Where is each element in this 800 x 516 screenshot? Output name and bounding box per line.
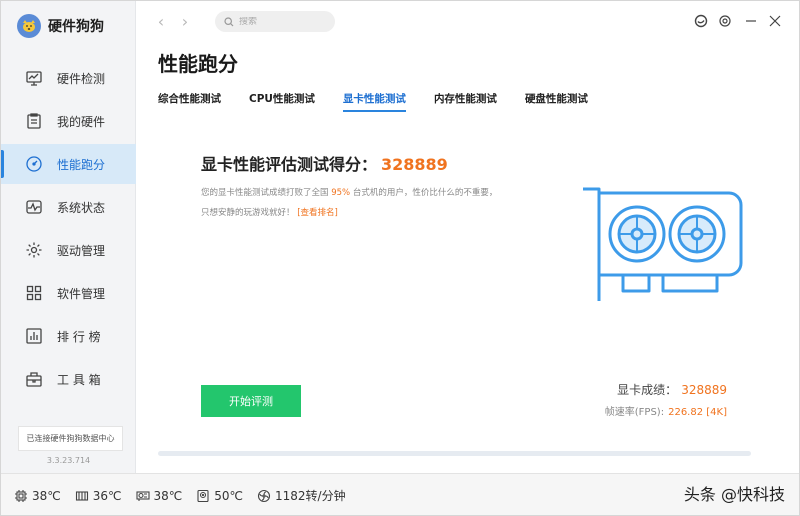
search-box[interactable] xyxy=(215,11,335,32)
dog-logo-icon xyxy=(17,14,41,38)
pulse-monitor-icon xyxy=(26,200,42,214)
apps-grid-icon xyxy=(26,285,42,301)
app-version: 3.3.23.714 xyxy=(46,456,91,465)
forward-arrow-icon[interactable]: › xyxy=(176,13,194,31)
tab-overall-test[interactable]: 综合性能测试 xyxy=(158,91,221,115)
sidebar-item-my-hardware[interactable]: 我的硬件 xyxy=(1,101,136,141)
sidebar-item-label: 系统状态 xyxy=(57,200,106,215)
gpu-result-label: 显卡成绩： xyxy=(617,383,678,397)
beat-percentage: 95% xyxy=(331,188,351,198)
sidebar-nav: 硬件检测 我的硬件 性能跑分 系统状态 驱动管理 软件管理 排 行 榜 工 具 … xyxy=(1,58,136,402)
connection-status[interactable]: 已连接硬件狗狗数据中心 xyxy=(18,426,123,451)
settings-icon[interactable] xyxy=(717,13,733,29)
sidebar-item-toolbox[interactable]: 工 具 箱 xyxy=(1,359,136,399)
search-input[interactable] xyxy=(239,16,319,27)
horizontal-scrollbar[interactable] xyxy=(158,451,751,456)
fps-result: 帧速率(FPS): 226.82 [4K] xyxy=(605,403,727,418)
start-benchmark-button[interactable]: 开始评测 xyxy=(201,385,301,417)
minimize-icon[interactable] xyxy=(743,13,759,29)
tab-bar: 综合性能测试 CPU性能测试 显卡性能测试 内存性能测试 硬盘性能测试 xyxy=(158,91,616,115)
score-value: 328889 xyxy=(381,155,448,174)
fan-icon xyxy=(257,489,271,502)
sidebar-item-software-manager[interactable]: 软件管理 xyxy=(1,273,136,313)
sidebar-item-driver-manager[interactable]: 驱动管理 xyxy=(1,230,136,270)
cpu-temp-value: 38℃ xyxy=(32,488,61,503)
sidebar-item-hardware-detect[interactable]: 硬件检测 xyxy=(1,58,136,98)
sidebar-item-label: 我的硬件 xyxy=(57,114,106,129)
app-window: 硬件狗狗 硬件检测 我的硬件 性能跑分 系统状态 驱动管理 软件管理 排 行 榜… xyxy=(0,0,800,516)
view-ranking-link[interactable]: [查看排名] xyxy=(297,208,338,218)
disk-temperature: 50℃ xyxy=(196,489,243,503)
status-bar: 38℃ 36℃ 38℃ 50℃ 1182转/分钟 xyxy=(1,473,799,515)
memory-temperature: 36℃ xyxy=(75,489,122,503)
gpu-temperature: 38℃ xyxy=(135,488,183,503)
sidebar-item-benchmark[interactable]: 性能跑分 xyxy=(1,144,136,184)
sidebar-item-label: 排 行 榜 xyxy=(57,329,101,344)
tab-gpu-test[interactable]: 显卡性能测试 xyxy=(342,91,406,115)
sidebar-item-label: 驱动管理 xyxy=(57,243,106,258)
gear-icon xyxy=(26,242,42,258)
toolbox-icon xyxy=(26,372,42,387)
clipboard-list-icon xyxy=(27,113,41,129)
tab-disk-test[interactable]: 硬盘性能测试 xyxy=(525,91,588,115)
watermark: 头条 @快科技 xyxy=(683,485,785,504)
sidebar-item-system-status[interactable]: 系统状态 xyxy=(1,187,136,227)
sidebar-item-label: 软件管理 xyxy=(57,286,106,301)
page-title: 性能跑分 xyxy=(158,52,238,76)
gpu-result-value: 328889 xyxy=(681,383,727,397)
feedback-icon[interactable] xyxy=(693,13,709,29)
sidebar-item-label: 工 具 箱 xyxy=(57,372,101,387)
gpu-card-icon xyxy=(135,490,150,501)
gpu-result: 显卡成绩： 328889 xyxy=(617,381,727,398)
sidebar-item-ranking[interactable]: 排 行 榜 xyxy=(1,316,136,356)
tab-memory-test[interactable]: 内存性能测试 xyxy=(434,91,497,115)
bar-chart-icon xyxy=(26,328,42,344)
search-icon xyxy=(224,16,234,26)
cpu-chip-icon xyxy=(15,489,27,502)
desc-text-before: 您的显卡性能测试成绩打败了全国 xyxy=(201,188,332,198)
app-title: 硬件狗狗 xyxy=(48,19,104,35)
close-icon[interactable] xyxy=(767,13,783,29)
fan-speed-value: 1182转/分钟 xyxy=(275,489,346,503)
hard-disk-icon xyxy=(197,489,209,502)
score-heading: 显卡性能评估测试得分： 328889 xyxy=(201,151,448,175)
graphics-card-icon xyxy=(583,187,743,301)
memory-temp-value: 36℃ xyxy=(92,488,122,503)
speedometer-icon xyxy=(26,156,42,172)
back-arrow-icon[interactable]: ‹ xyxy=(152,13,170,31)
fps-label: 帧速率(FPS): xyxy=(604,407,665,418)
memory-chip-icon xyxy=(75,490,88,501)
score-label: 显卡性能评估测试得分： xyxy=(201,155,378,174)
sidebar: 硬件狗狗 硬件检测 我的硬件 性能跑分 系统状态 驱动管理 软件管理 排 行 榜… xyxy=(1,1,136,473)
disk-temp-value: 50℃ xyxy=(214,488,243,503)
score-description: 您的显卡性能测试成绩打败了全国 95% 台式机的用户，性价比什么的不重要，只想安… xyxy=(201,183,501,223)
sidebar-item-label: 性能跑分 xyxy=(57,157,106,172)
cpu-temperature: 38℃ xyxy=(14,489,61,503)
fps-value: 226.82 [4K] xyxy=(668,407,727,418)
app-logo: 硬件狗狗 xyxy=(17,11,104,41)
gpu-temp-value: 38℃ xyxy=(153,488,183,503)
monitor-chart-icon xyxy=(26,71,42,86)
sidebar-item-label: 硬件检测 xyxy=(57,71,106,86)
tab-cpu-test[interactable]: CPU性能测试 xyxy=(249,91,315,115)
top-toolbar: ‹ › xyxy=(136,1,799,43)
fan-speed: 1182转/分钟 xyxy=(257,487,346,504)
